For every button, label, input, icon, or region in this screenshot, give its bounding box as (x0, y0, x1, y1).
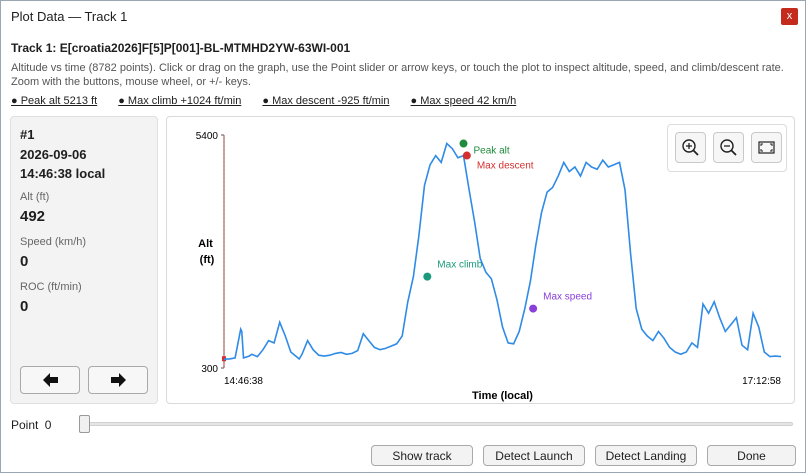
altitude-value: 492 (20, 208, 46, 225)
y-tick-top: 5400 (196, 131, 219, 142)
show-track-button[interactable]: Show track (371, 445, 473, 466)
max-climb-marker-label: Max climb (437, 260, 482, 271)
roc-value: 0 (20, 298, 29, 315)
y-axis-label-line2: (ft) (200, 254, 215, 266)
point-slider[interactable] (79, 415, 793, 433)
max-descent-marker (462, 151, 471, 160)
point-readout: Point 0 (11, 418, 51, 432)
point-index: #1 (20, 127, 35, 142)
max-speed-marker-label: Max speed (543, 292, 592, 303)
peak-alt-marker (459, 139, 468, 148)
plot-instructions: Altitude vs time (8782 points). Click or… (11, 62, 784, 88)
altitude-label: Alt (ft) (20, 191, 50, 203)
zoom-out-icon (720, 139, 737, 156)
max-descent-link[interactable]: ● Max descent -925 ft/min (262, 95, 389, 107)
next-point-button[interactable] (88, 366, 148, 394)
zoom-toolbar (667, 124, 787, 172)
speed-label: Speed (km/h) (20, 236, 87, 248)
point-slider-thumb[interactable] (79, 415, 90, 433)
close-button[interactable]: x (781, 8, 798, 25)
point-info-panel: #1 2026-09-06 14:46:38 local Alt (ft) 49… (10, 116, 158, 404)
zoom-out-button[interactable] (713, 132, 744, 163)
point-time: 14:46:38 local (20, 166, 106, 181)
x-axis-label: Time (local) (472, 390, 533, 402)
x-tick-start: 14:46:38 (224, 376, 263, 387)
prev-point-button[interactable] (20, 366, 80, 394)
zoom-in-button[interactable] (675, 132, 706, 163)
close-icon: x (786, 10, 793, 22)
fit-to-window-button[interactable] (751, 132, 782, 163)
done-button[interactable]: Done (707, 445, 796, 466)
zoom-in-icon (682, 139, 699, 156)
peak-alt-marker-label: Peak alt (474, 146, 510, 157)
max-climb-link[interactable]: ● Max climb +1024 ft/min (118, 95, 241, 107)
window-title: Plot Data — Track 1 (11, 9, 128, 24)
summary-links: ● Peak alt 5213 ft ● Max climb +1024 ft/… (11, 95, 534, 107)
x-tick-end: 17:12:58 (742, 376, 781, 387)
peak-alt-link[interactable]: ● Peak alt 5213 ft (11, 95, 97, 107)
y-axis-label-line1: Alt (198, 238, 213, 250)
detect-launch-button[interactable]: Detect Launch (483, 445, 585, 466)
point-label: Point (11, 418, 39, 432)
fit-to-window-icon (758, 141, 775, 154)
max-descent-marker-label: Max descent (477, 161, 534, 172)
point-date: 2026-09-06 (20, 147, 87, 162)
plot-data-window: Plot Data — Track 1 x Track 1: E[croatia… (0, 0, 806, 473)
point-slider-track[interactable] (79, 422, 793, 426)
max-speed-link[interactable]: ● Max speed 42 km/h (411, 95, 517, 107)
altitude-chart-panel[interactable]: Peak alt Max descent Max climb Max speed 54… (166, 116, 795, 404)
roc-label: ROC (ft/min) (20, 281, 82, 293)
y-tick-bottom: 300 (201, 364, 218, 375)
max-climb-marker (423, 272, 432, 281)
y-axis-label: Alt (ft) (198, 238, 216, 266)
detect-landing-button[interactable]: Detect Landing (595, 445, 697, 466)
arrow-right-icon (111, 373, 126, 387)
arrow-left-icon (43, 373, 58, 387)
track-title: Track 1: E[croatia2026]F[5]P[001]-BL-MTM… (11, 41, 351, 55)
altitude-line (223, 142, 782, 361)
max-speed-marker (529, 304, 538, 313)
speed-value: 0 (20, 253, 29, 270)
title-bar: Plot Data — Track 1 x (1, 1, 805, 31)
point-value: 0 (44, 418, 52, 432)
